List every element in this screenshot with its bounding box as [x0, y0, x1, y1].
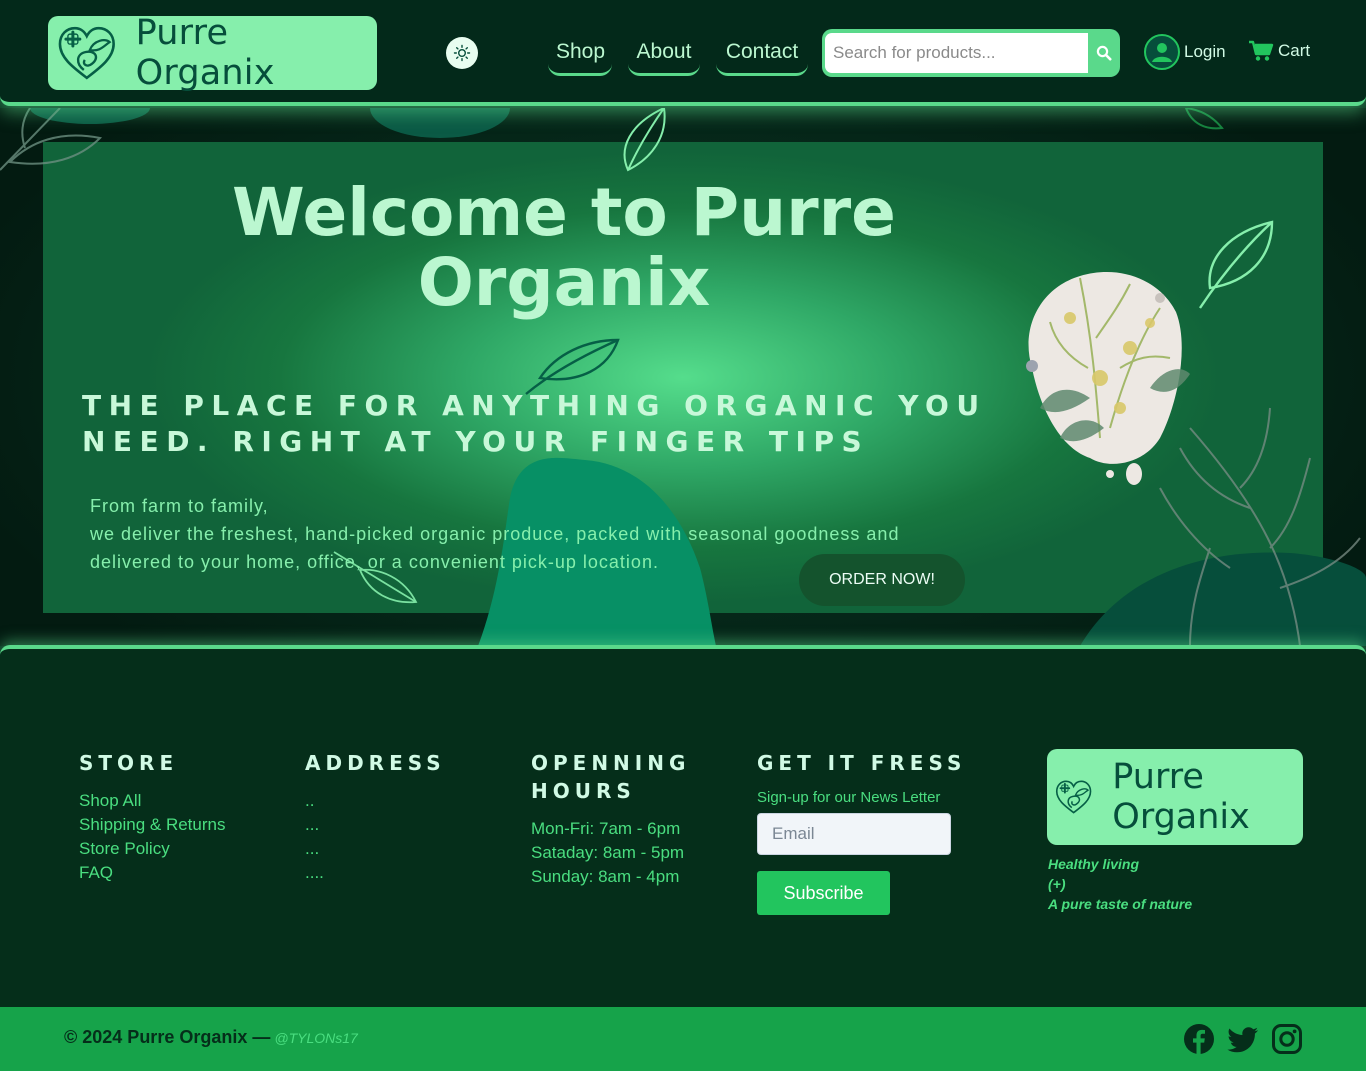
cart-icon: [1249, 40, 1274, 61]
search-button[interactable]: [1090, 33, 1118, 73]
address-line: ...: [305, 839, 320, 858]
cart-button[interactable]: Cart: [1248, 40, 1310, 62]
order-now-button[interactable]: ORDER NOW!: [799, 554, 965, 606]
hours-line: Mon-Fri: 7am - 6pm: [531, 819, 681, 838]
decor-hill: [1080, 552, 1366, 646]
leaf-outline-icon: [623, 108, 666, 172]
address-line: ..: [305, 791, 315, 810]
hours-title: OPENNING HOURS: [531, 751, 691, 803]
author-handle[interactable]: @TYLONs17: [274, 1030, 357, 1046]
tagline-line: Healthy living: [1048, 856, 1140, 872]
hero-desc-line: From farm to family,: [90, 496, 269, 516]
brand-name: Purre Organix: [135, 13, 275, 93]
bottom-bar: © 2024 Purre Organix — @TYLONs17: [0, 1007, 1366, 1071]
copyright: © 2024 Purre Organix — @TYLONs17: [64, 1027, 358, 1048]
cart-label: Cart: [1278, 41, 1311, 60]
address-lines: .. ... ... ....: [305, 789, 324, 885]
newsletter-email-input[interactable]: [757, 813, 951, 855]
heart-leaf-cross-icon: [58, 26, 115, 80]
instagram-icon[interactable]: [1271, 1023, 1303, 1055]
leaf-outline-icon: [1199, 220, 1274, 309]
botanical-illustration: [1026, 272, 1190, 485]
footer-brand-logo[interactable]: Purre Organix: [1047, 749, 1303, 845]
site-header: Purre Organix Shop About Contact Search …: [0, 0, 1366, 106]
nav-shop-link[interactable]: Shop: [548, 30, 612, 76]
brand-logo[interactable]: Purre Organix: [48, 13, 377, 93]
nav-contact-link[interactable]: Contact: [716, 30, 808, 76]
decor-blob: [370, 108, 510, 138]
leaf-outline-icon: [1184, 108, 1224, 130]
login-button[interactable]: Login: [1144, 33, 1226, 71]
newsletter-title: GET IT FRESS: [757, 751, 967, 775]
footer-brand-name: Purre Organix: [1112, 757, 1250, 837]
twitter-icon[interactable]: [1227, 1023, 1259, 1055]
footer-link-faq[interactable]: FAQ: [79, 861, 225, 885]
address-line: ...: [305, 815, 320, 834]
leaf-outline-icon: [525, 338, 620, 395]
site-footer: STORE Shop All Shipping & Returns Store …: [0, 645, 1366, 1007]
sun-icon: [453, 44, 471, 62]
heart-leaf-cross-icon: [1055, 780, 1092, 814]
search-bar: [822, 29, 1120, 77]
hero-section: Welcome to Purre Organix THE PLACE FOR A…: [0, 108, 1366, 646]
theme-toggle-button[interactable]: [446, 37, 478, 69]
newsletter-label: Sign-up for our News Letter: [757, 789, 941, 806]
nav-about-link[interactable]: About: [628, 30, 700, 76]
search-input[interactable]: [825, 33, 1088, 73]
address-title: ADDRESS: [305, 751, 446, 775]
footer-link-store-policy[interactable]: Store Policy: [79, 837, 225, 861]
login-label: Login: [1184, 42, 1226, 61]
footer-tagline: Healthy living (+) A pure taste of natur…: [1048, 854, 1192, 914]
user-circle-icon: [1144, 34, 1180, 70]
store-title: STORE: [79, 751, 179, 775]
hero-tagline: THE PLACE FOR ANYTHING ORGANIC YOU NEED.…: [82, 389, 987, 458]
footer-link-shop-all[interactable]: Shop All: [79, 789, 225, 813]
hero-title: Welcome to Purre Organix: [232, 174, 896, 321]
footer-link-shipping-returns[interactable]: Shipping & Returns: [79, 813, 225, 837]
copyright-text: © 2024 Purre Organix —: [64, 1027, 271, 1047]
hours-lines: Mon-Fri: 7am - 6pm Sataday: 8am - 5pm Su…: [531, 817, 684, 889]
facebook-icon[interactable]: [1183, 1023, 1215, 1055]
subscribe-button[interactable]: Subscribe: [757, 871, 890, 915]
tagline-line: (+): [1048, 876, 1066, 892]
hours-line: Sunday: 8am - 4pm: [531, 867, 680, 886]
store-links: Shop All Shipping & Returns Store Policy…: [79, 789, 225, 885]
address-line: ....: [305, 863, 324, 882]
tagline-line: A pure taste of nature: [1048, 896, 1193, 912]
hours-line: Sataday: 8am - 5pm: [531, 843, 685, 862]
search-icon: [1096, 45, 1112, 61]
